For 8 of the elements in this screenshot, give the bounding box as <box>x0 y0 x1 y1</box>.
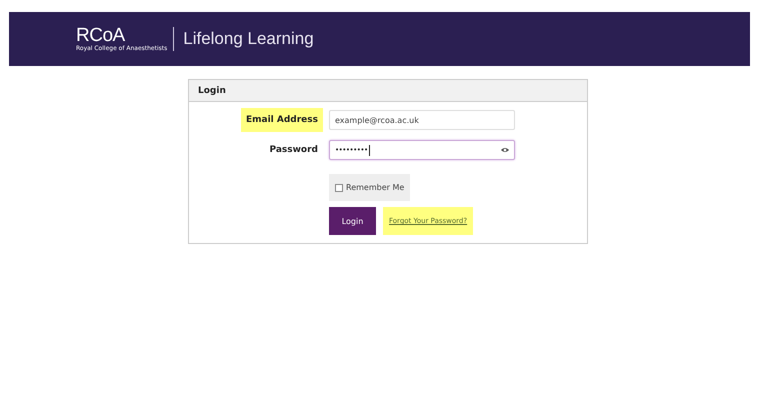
login-button[interactable]: Login <box>329 207 376 235</box>
eye-icon[interactable] <box>501 147 509 153</box>
remember-me-checkbox[interactable]: Remember Me <box>329 174 410 201</box>
site-title: Lifelong Learning <box>183 29 314 49</box>
panel-title: Login <box>198 86 226 96</box>
field-label: Password <box>268 144 319 157</box>
input-field[interactable]: example@rcoa.ac.uk <box>329 110 515 130</box>
field-label: Email Address <box>240 108 323 132</box>
